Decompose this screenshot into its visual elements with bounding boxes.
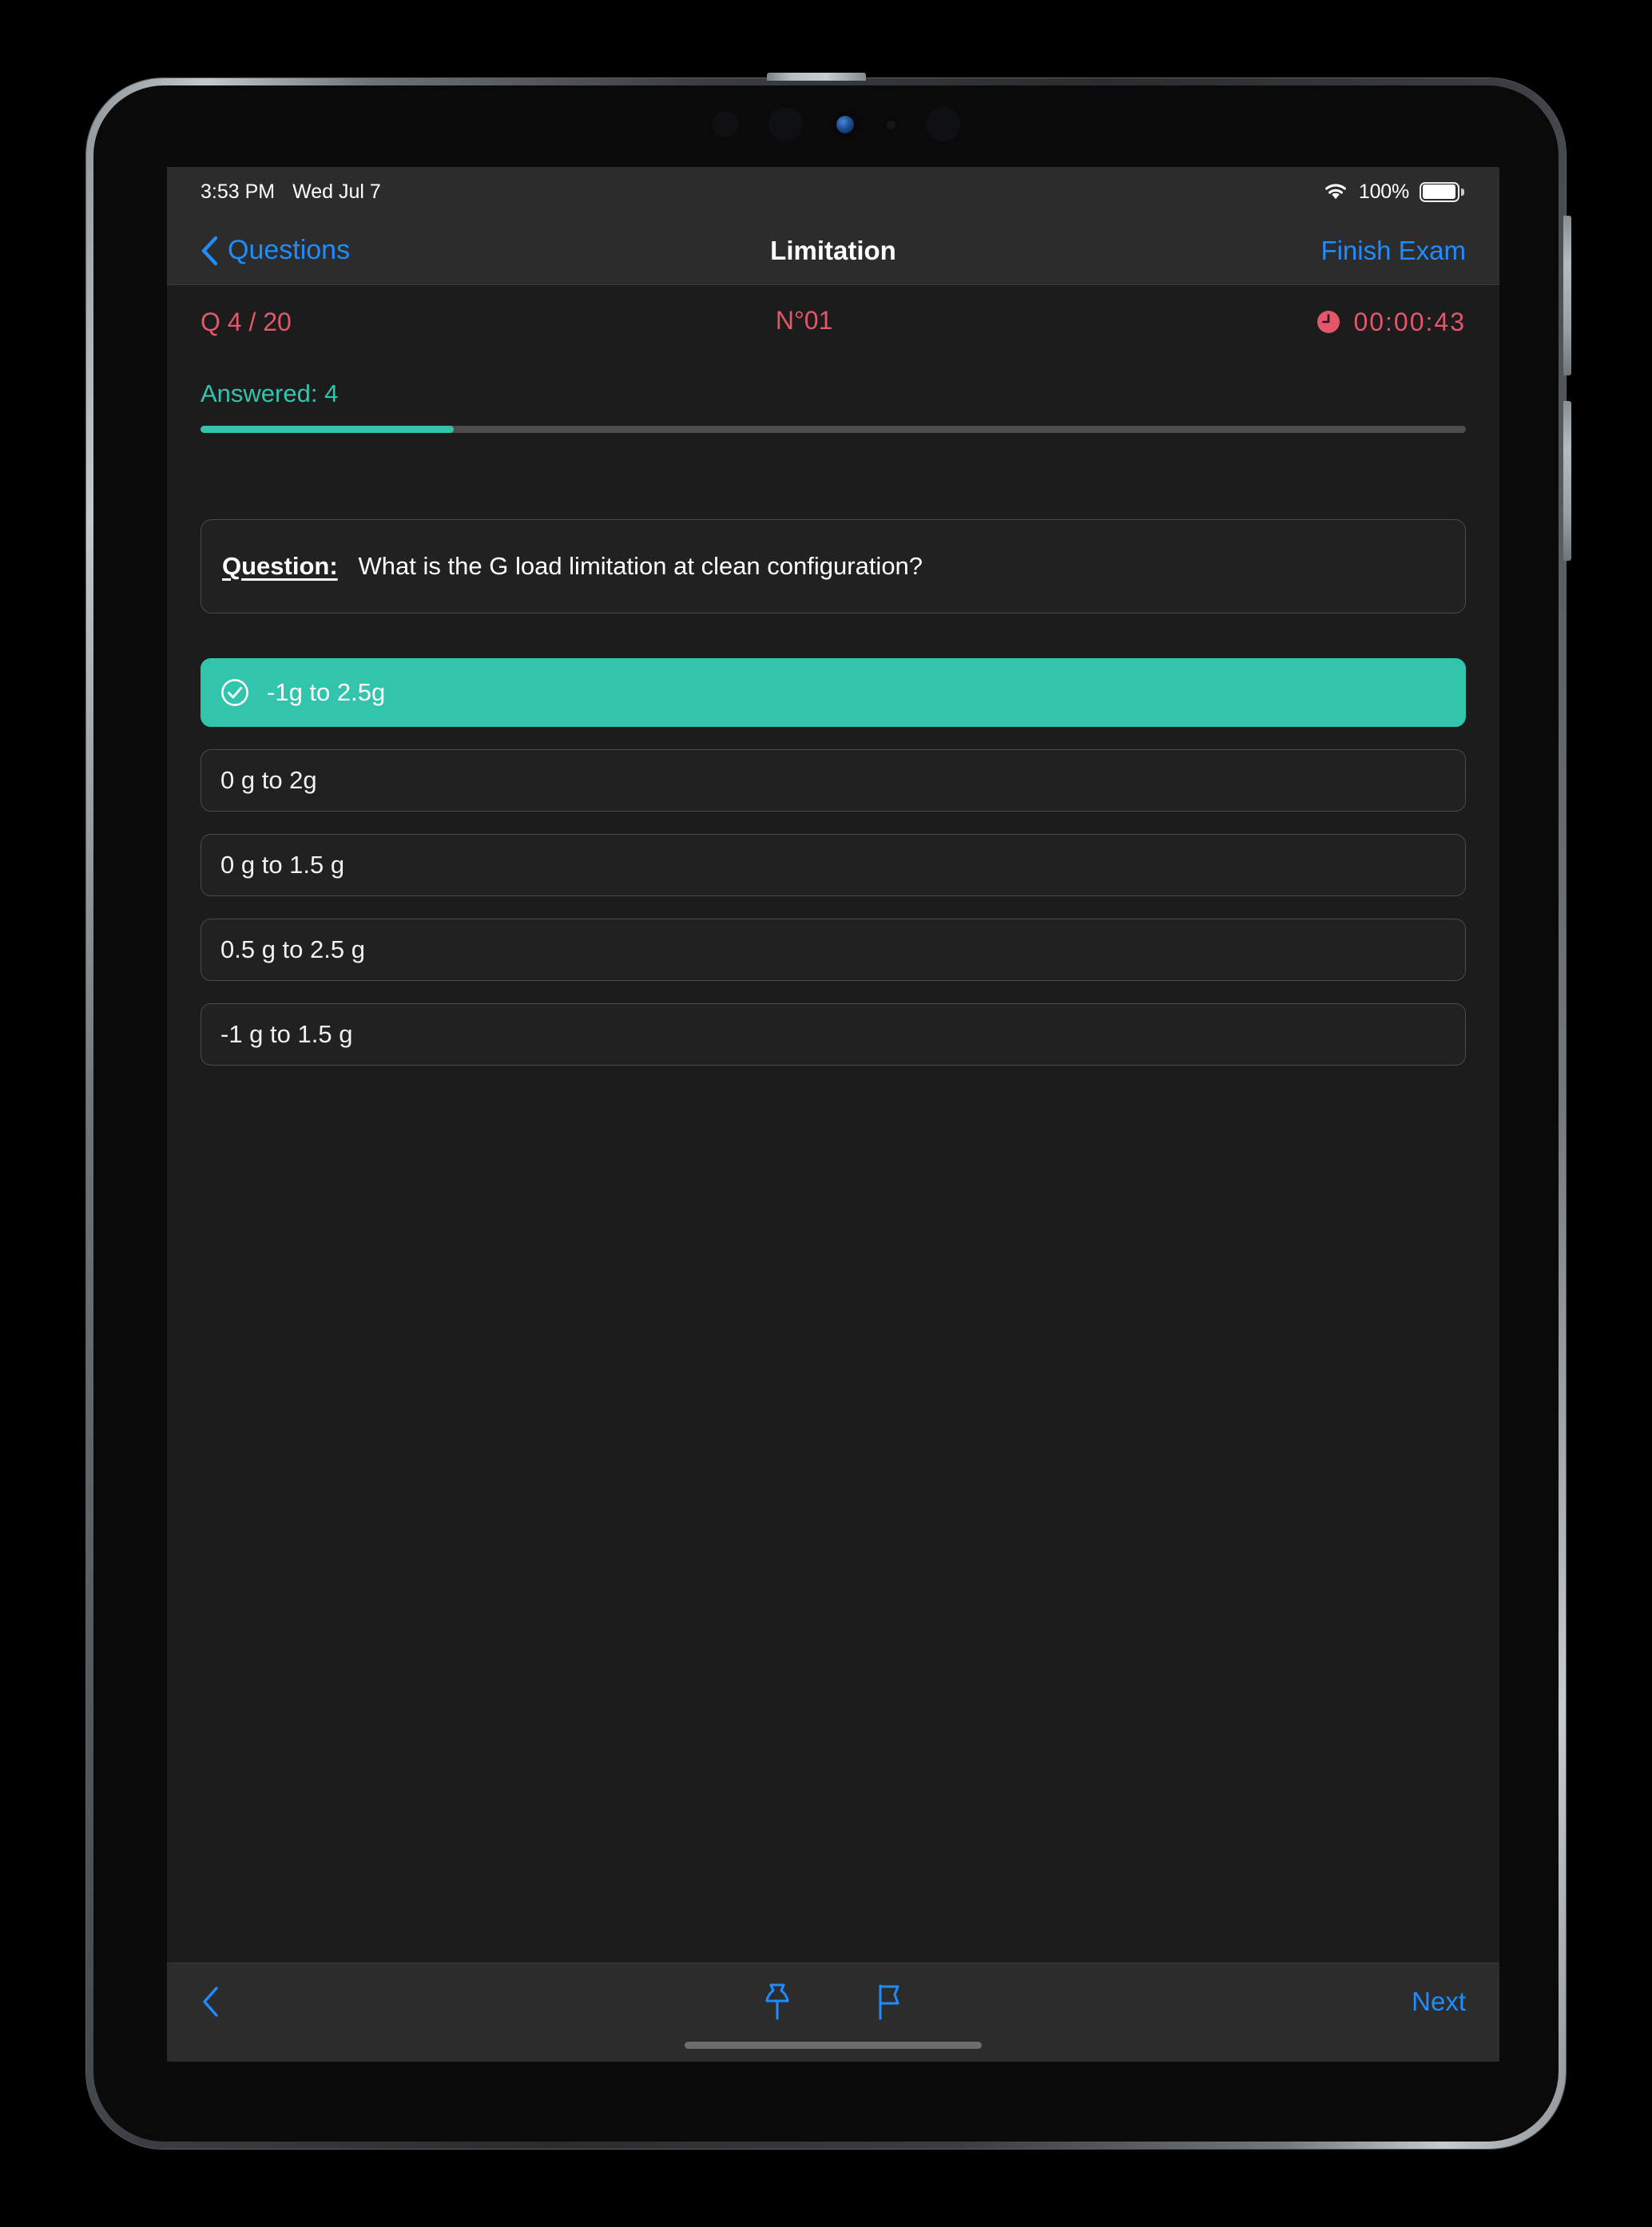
device-bezel: 3:53 PM Wed Jul 7 100% Questions Limitat… [93, 85, 1559, 2142]
check-circle-icon [221, 679, 248, 706]
question-counter: Q 4 / 20 [201, 307, 292, 336]
next-question-button[interactable]: Next [1412, 1987, 1466, 2039]
status-bar-left: 3:53 PM Wed Jul 7 [201, 181, 381, 204]
answer-option-label: -1 g to 1.5 g [220, 1020, 353, 1048]
status-date: Wed Jul 7 [292, 180, 381, 203]
status-time: 3:53 PM [201, 180, 276, 203]
answer-option[interactable]: -1 g to 1.5 g [201, 1003, 1466, 1066]
answer-option-label: -1g to 2.5g [267, 678, 386, 706]
chevron-left-icon [201, 236, 218, 265]
answer-option-label: 0 g to 2g [220, 766, 317, 794]
question-label: Question: [222, 552, 338, 581]
finish-exam-button[interactable]: Finish Exam [1320, 236, 1466, 266]
progress-bar-fill [201, 426, 454, 433]
tablet-device: 3:53 PM Wed Jul 7 100% Questions Limitat… [86, 73, 1571, 2149]
power-button[interactable] [767, 73, 866, 81]
navigation-bar: Questions Limitation Finish Exam [167, 216, 1499, 285]
flag-icon[interactable] [872, 1982, 907, 2022]
question-number: N°01 [775, 306, 833, 335]
question-text-wrap: Question: What is the G load limitation … [222, 550, 923, 583]
microphone-icon [887, 121, 895, 129]
answered-label: Answered: 4 [201, 379, 339, 407]
progress-bar [201, 426, 1466, 433]
toolbar-center-actions [167, 1982, 1499, 2044]
answer-option[interactable]: -1g to 2.5g [201, 658, 1466, 727]
battery-percentage: 100% [1358, 180, 1409, 203]
clock-icon [1317, 311, 1340, 333]
pin-icon[interactable] [760, 1982, 795, 2022]
proximity-sensor-icon [926, 107, 960, 141]
chevron-left-icon [203, 1986, 218, 2017]
question-number-wrap: N°01 [292, 306, 1317, 338]
ambient-light-sensor-icon [768, 107, 803, 141]
exam-info-row: Q 4 / 20 N°01 00:00:43 [167, 285, 1499, 338]
wifi-icon [1324, 184, 1346, 200]
battery-icon [1420, 181, 1464, 202]
back-to-questions-button[interactable]: Questions [201, 235, 350, 266]
status-bar-right: 100% [1323, 180, 1464, 204]
volume-up-button[interactable] [1563, 216, 1571, 375]
answer-option-label: 0 g to 1.5 g [220, 851, 345, 879]
back-label: Questions [228, 235, 351, 265]
home-indicator[interactable] [685, 2042, 982, 2049]
exam-timer: 00:00:43 [1316, 308, 1466, 337]
question-card: Question: What is the G load limitation … [201, 519, 1466, 613]
timer-value: 00:00:43 [1353, 307, 1466, 336]
answer-option[interactable]: 0 g to 1.5 g [201, 834, 1466, 896]
exam-content: Question: What is the G load limitation … [167, 519, 1499, 1066]
bottom-toolbar: Next [167, 1963, 1499, 2062]
volume-down-button[interactable] [1563, 401, 1571, 561]
tablet-screen: 3:53 PM Wed Jul 7 100% Questions Limitat… [167, 167, 1499, 2062]
answer-option[interactable]: 0 g to 2g [201, 749, 1466, 812]
answered-progress-block: Answered: 4 [167, 338, 1499, 433]
answer-option-label: 0.5 g to 2.5 g [220, 935, 365, 963]
previous-question-button[interactable] [201, 1985, 220, 2041]
sensor-dot-icon [713, 111, 739, 137]
status-bar: 3:53 PM Wed Jul 7 100% [167, 167, 1499, 216]
answer-options-list: -1g to 2.5g 0 g to 2g 0 g to 1.5 g 0.5 g to… [201, 658, 1466, 1066]
page-title: Limitation [770, 235, 896, 265]
answer-option[interactable]: 0.5 g to 2.5 g [201, 919, 1466, 981]
front-camera-icon [836, 116, 854, 133]
question-text: What is the G load limitation at clean c… [358, 552, 923, 581]
